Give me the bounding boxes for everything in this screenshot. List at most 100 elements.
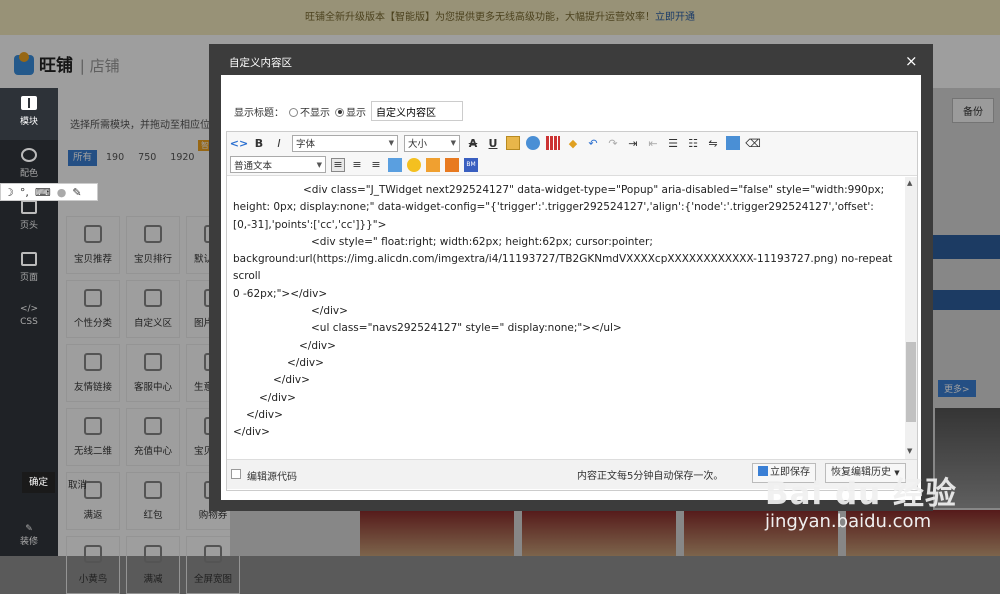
clear-format-icon[interactable]: ⌫ [745, 136, 761, 150]
module-tile[interactable]: 宝贝推荐 [66, 216, 120, 274]
module-icon [144, 225, 162, 243]
scroll-thumb[interactable] [906, 342, 916, 422]
hide-title-radio[interactable]: 不显示 [289, 104, 330, 119]
redo-icon[interactable]: ↷ [606, 136, 620, 150]
module-icon [204, 545, 222, 563]
bullet-list-icon[interactable]: ☰ [666, 136, 680, 150]
nav-label: 页面 [19, 273, 38, 283]
module-tile[interactable]: 红包 [126, 472, 180, 530]
image-icon[interactable] [506, 136, 520, 150]
numbered-list-icon[interactable]: ☷ [686, 136, 700, 150]
outdent-icon[interactable]: ⇤ [646, 136, 660, 150]
module-icon [144, 417, 162, 435]
nav-page[interactable]: 页面 [0, 244, 58, 296]
strikethrough-icon[interactable]: A [466, 136, 480, 150]
more-link[interactable]: 更多> [938, 380, 976, 397]
underline-icon[interactable]: U [486, 136, 500, 150]
code-line: </div> [259, 391, 296, 404]
undo-icon[interactable]: ↶ [586, 136, 600, 150]
edit-source-label: 编辑源代码 [247, 472, 297, 483]
edit-source-checkbox[interactable] [231, 469, 241, 479]
close-icon[interactable]: × [905, 52, 918, 70]
bm-icon[interactable]: BM [464, 157, 478, 172]
module-tile[interactable]: 无线二维 [66, 408, 120, 466]
nav-css[interactable]: </> CSS [0, 296, 58, 348]
line-height-icon[interactable]: ⇋ [706, 136, 720, 150]
filter-1920[interactable]: 1920 [165, 150, 199, 166]
cancel-button[interactable]: 取消 [68, 477, 87, 491]
code-area[interactable]: <div class="J_TWidget next292524127" dat… [227, 177, 905, 459]
radio-checked-icon [335, 107, 344, 117]
upgrade-banner: 旺铺全新升级版本【智能版】为您提供更多无线高级功能，大幅提升运营效率！立即开通 [0, 0, 1000, 35]
show-title-radio[interactable]: 显示 [335, 104, 366, 119]
brand-sub: 店铺 [89, 57, 120, 75]
width-filters: 所有 190 750 1920 [68, 150, 199, 166]
scroll-down-icon[interactable]: ▼ [907, 447, 912, 455]
punctuation-icon: °, [19, 185, 29, 199]
code-scrollbar[interactable]: ▲ ▼ [905, 177, 917, 459]
module-tile[interactable]: 个性分类 [66, 280, 120, 338]
link-icon[interactable] [526, 136, 540, 150]
backup-button[interactable]: 备份 [952, 98, 994, 123]
module-tile[interactable]: 自定义区 [126, 280, 180, 338]
filter-190[interactable]: 190 [101, 150, 129, 166]
upgrade-link[interactable]: 立即开通 [655, 12, 695, 23]
fill-color-icon[interactable]: ◆ [566, 136, 580, 150]
module-icon [144, 545, 162, 563]
video-icon[interactable] [426, 157, 440, 172]
preview-icon[interactable] [726, 136, 740, 150]
rich-text-editor: <> B I 字体 ▼ 大小 ▼ A U ◆ ↶ ↷ ⇥ ⇤ ☰ ☷ ⇋ ⌫ 普… [226, 131, 918, 491]
source-code-icon[interactable]: <> [230, 136, 248, 150]
code-line: <ul class="navs292524127" style=" displa… [311, 322, 622, 335]
scroll-up-icon[interactable]: ▲ [907, 179, 912, 187]
filter-all[interactable]: 所有 [68, 150, 98, 166]
pencil-icon: ✎ [25, 524, 33, 534]
align-right-icon[interactable]: ≡ [369, 158, 383, 172]
ime-toolbar[interactable]: ☽ °, ⌨ ● ✎ [0, 183, 98, 201]
keyboard-icon: ⌨ [34, 185, 51, 199]
title-input[interactable] [371, 101, 463, 121]
widget-icon[interactable] [445, 157, 459, 172]
watermark-logo: Bai du 经验 [765, 476, 958, 512]
watermark-url: jingyan.baidu.com [765, 511, 932, 532]
module-tile[interactable]: 充值中心 [126, 408, 180, 466]
font-size-select[interactable]: 大小 ▼ [404, 134, 460, 152]
code-line: </div> [273, 374, 310, 387]
radio-icon [289, 107, 298, 117]
nav-modules[interactable]: 模块 [0, 88, 58, 140]
code-line: <div style=" float:right; width:62px; he… [311, 235, 653, 248]
dialog-title: 自定义内容区 [229, 57, 292, 69]
bold-icon[interactable]: B [252, 136, 266, 150]
filter-750[interactable]: 750 [133, 150, 161, 166]
module-tile[interactable]: 客服中心 [126, 344, 180, 402]
indent-icon[interactable]: ⇥ [626, 136, 640, 150]
code-line: </div> [246, 408, 283, 421]
insert-table-icon[interactable] [388, 157, 402, 172]
align-center-icon[interactable]: ≡ [350, 158, 364, 172]
module-tile[interactable]: 宝贝排行 [126, 216, 180, 274]
italic-icon[interactable]: I [272, 136, 286, 150]
editor-toolbar-row1: <> B I 字体 ▼ 大小 ▼ A U ◆ ↶ ↷ ⇥ ⇤ ☰ ☷ ⇋ ⌫ [227, 132, 917, 154]
page-icon [21, 252, 37, 266]
font-family-select[interactable]: 字体 ▼ [292, 134, 398, 152]
module-icon [84, 417, 102, 435]
module-tile[interactable]: 小黄鸟 [66, 536, 120, 594]
code-line: </div> [299, 339, 336, 352]
custom-content-dialog: 自定义内容区 × 显示标题： 不显示 显示 <> B I 字体▼ 大小▼ A U… [209, 44, 933, 511]
nav-decorate[interactable]: ✎ 装修 [0, 516, 58, 556]
align-left-icon[interactable]: ≡ [331, 157, 345, 172]
grid-icon [21, 96, 37, 110]
show-title-row: 显示标题： 不显示 显示 [234, 101, 463, 121]
code-line: [0,-31],'points':['cc','cc']}}"> [233, 218, 387, 231]
confirm-button[interactable]: 确定 [22, 472, 55, 493]
chevron-down-icon: ▼ [388, 139, 394, 147]
module-tile[interactable]: 友情链接 [66, 344, 120, 402]
module-icon [84, 545, 102, 563]
baidu-watermark: Bai du 经验 jingyan.baidu.com [765, 468, 957, 532]
emoticon-icon[interactable] [407, 157, 421, 172]
product-photo [360, 510, 514, 556]
paragraph-format-select[interactable]: 普通文本 ▼ [230, 156, 326, 173]
module-tile[interactable]: 满减 [126, 536, 180, 594]
show-title-label: 显示标题： [234, 107, 284, 119]
table-icon[interactable] [546, 136, 560, 150]
